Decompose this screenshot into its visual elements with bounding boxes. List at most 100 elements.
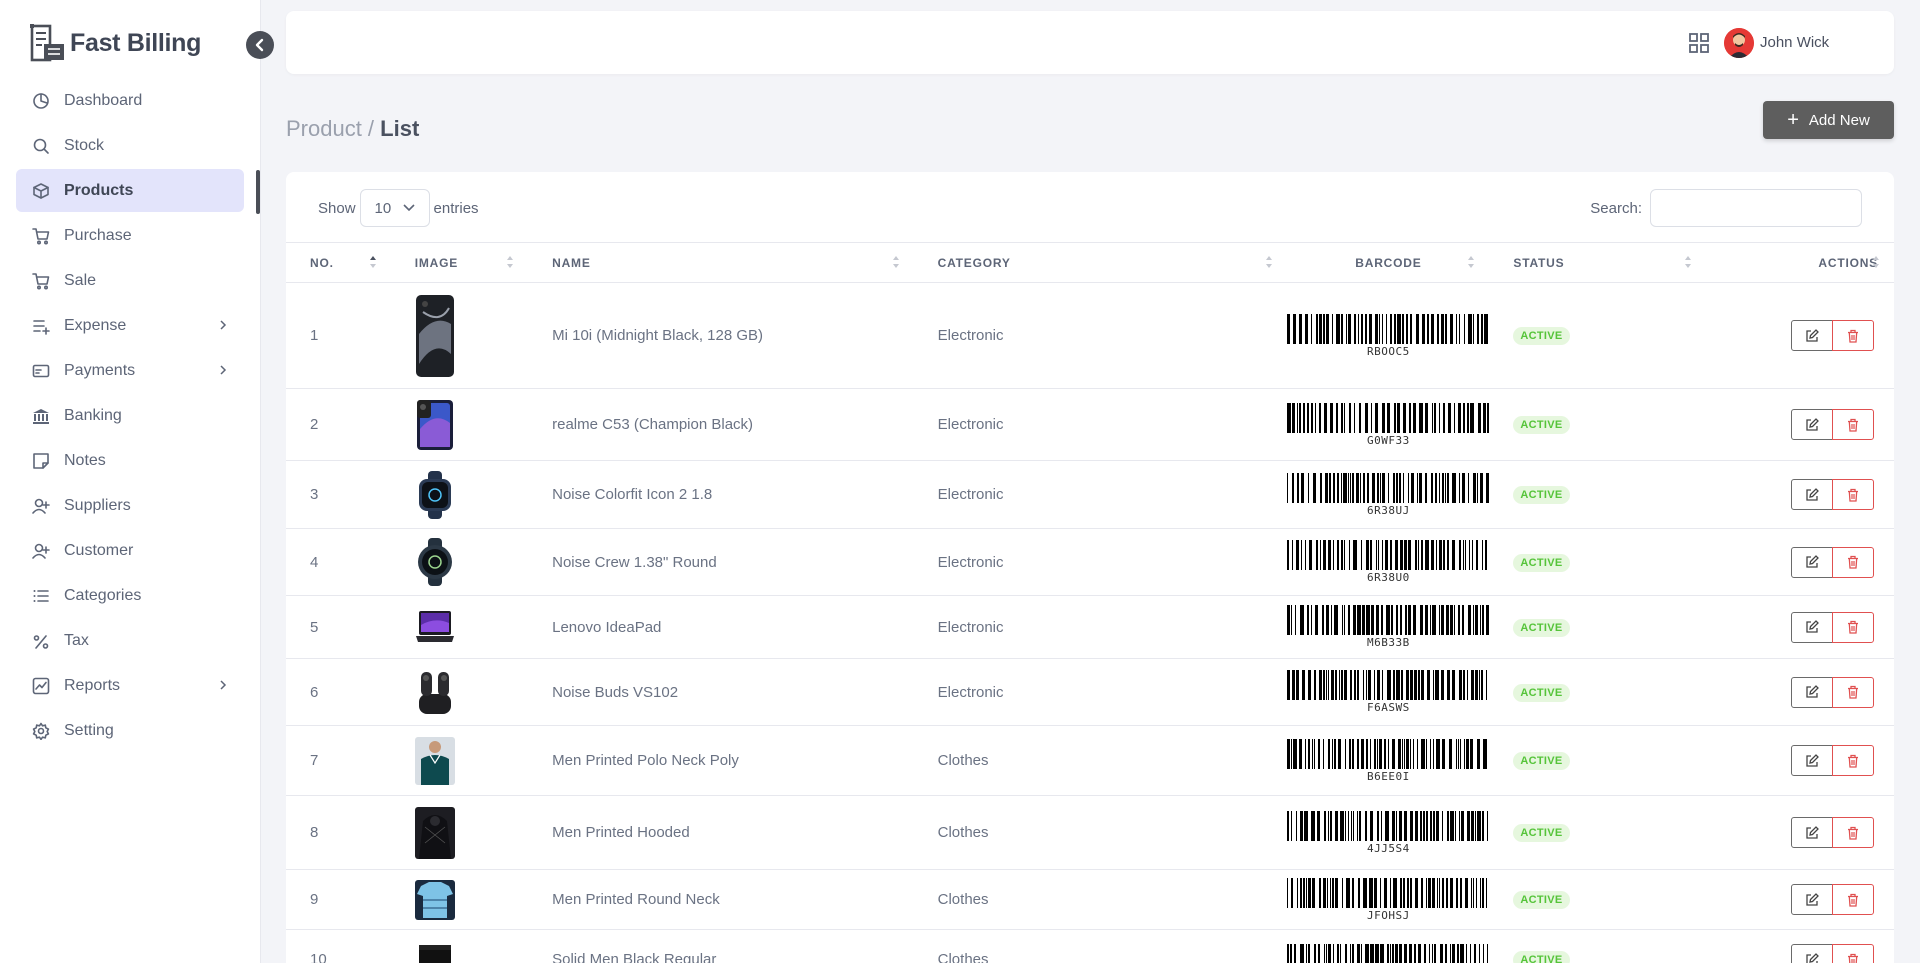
sidebar-item-reports[interactable]: Reports xyxy=(16,664,244,707)
sidebar-item-label: Products xyxy=(64,181,134,199)
edit-icon xyxy=(1806,753,1819,767)
user-avatar[interactable] xyxy=(1724,28,1754,58)
cell-actions xyxy=(1706,725,1894,796)
edit-button[interactable] xyxy=(1791,611,1833,643)
brand[interactable]: Fast Billing xyxy=(30,24,201,62)
product-image[interactable] xyxy=(415,470,528,519)
sidebar-item-categories[interactable]: Categories xyxy=(16,574,244,617)
table-row: 9 Men Printed Round Neck Clothes JFOHSJ … xyxy=(286,869,1894,930)
delete-button[interactable] xyxy=(1832,944,1874,963)
product-image[interactable] xyxy=(415,538,528,586)
product-image[interactable] xyxy=(414,879,528,920)
trash-icon xyxy=(1848,620,1858,634)
column-header-label: NO. xyxy=(310,255,334,270)
column-header-barcode[interactable]: BARCODE xyxy=(1287,242,1490,283)
sidebar-item-payments[interactable]: Payments xyxy=(16,349,244,392)
edit-button[interactable] xyxy=(1791,546,1833,578)
delete-button[interactable] xyxy=(1832,479,1874,510)
sidebar-item-setting[interactable]: Setting xyxy=(16,709,244,752)
product-image[interactable] xyxy=(415,609,528,645)
cell-category: Electronic xyxy=(913,282,1288,389)
status-badge: ACTIVE xyxy=(1513,683,1570,702)
product-image[interactable] xyxy=(415,294,528,378)
cell-barcode: G0WF33 xyxy=(1287,388,1490,461)
column-header-no[interactable]: NO. xyxy=(286,242,391,283)
barcode: 6R38U0 xyxy=(1287,540,1489,584)
cell-status: ACTIVE xyxy=(1489,869,1707,930)
sidebar-item-expense[interactable]: Expense xyxy=(16,304,244,347)
sidebar-item-sale[interactable]: Sale xyxy=(16,259,244,302)
cell-name: Solid Men Black Regular xyxy=(528,929,914,963)
edit-button[interactable] xyxy=(1791,479,1833,510)
edit-button[interactable] xyxy=(1791,944,1833,963)
barcode-text: 6R38U0 xyxy=(1367,571,1410,584)
user-name[interactable]: John Wick xyxy=(1760,34,1878,51)
sidebar-item-suppliers[interactable]: Suppliers xyxy=(16,484,244,527)
edit-icon xyxy=(1806,555,1819,568)
edit-button[interactable] xyxy=(1791,817,1833,848)
edit-button[interactable] xyxy=(1791,409,1833,440)
status-badge: ACTIVE xyxy=(1513,416,1570,434)
cell-status: ACTIVE xyxy=(1489,929,1707,963)
sidebar-item-label: Categories xyxy=(64,586,142,604)
product-image[interactable] xyxy=(415,944,528,963)
add-new-button[interactable]: + Add New xyxy=(1763,101,1894,139)
product-image[interactable] xyxy=(415,668,528,716)
collapse-sidebar-button[interactable] xyxy=(246,31,274,59)
cell-category: Electronic xyxy=(913,595,1288,659)
bank-icon xyxy=(32,407,50,425)
sidebar-item-tax[interactable]: Tax xyxy=(16,619,244,662)
sidebar-item-dashboard[interactable]: Dashboard xyxy=(16,79,244,122)
sidebar-item-stock[interactable]: Stock xyxy=(16,124,244,167)
delete-button[interactable] xyxy=(1832,611,1874,643)
cell-no: 8 xyxy=(286,795,391,870)
delete-button[interactable] xyxy=(1832,676,1874,708)
delete-button[interactable] xyxy=(1832,409,1874,440)
search-input[interactable] xyxy=(1650,189,1862,227)
product-image[interactable] xyxy=(414,736,528,785)
delete-button[interactable] xyxy=(1832,546,1874,578)
barcode-bars xyxy=(1287,605,1490,635)
cell-no: 5 xyxy=(286,595,391,659)
breadcrumb-parent[interactable]: Product / xyxy=(286,116,374,141)
edit-button[interactable] xyxy=(1791,884,1833,915)
product-image[interactable] xyxy=(414,806,528,859)
delete-button[interactable] xyxy=(1832,320,1874,351)
cell-actions xyxy=(1706,388,1894,461)
delete-button[interactable] xyxy=(1832,884,1874,915)
product-image[interactable] xyxy=(415,399,528,451)
delete-button[interactable] xyxy=(1832,745,1874,776)
sidebar-item-notes[interactable]: Notes xyxy=(16,439,244,482)
user-add-icon xyxy=(32,542,50,560)
sort-icon xyxy=(369,255,377,269)
cell-status: ACTIVE xyxy=(1489,658,1707,726)
page-length-select[interactable]: 10 xyxy=(359,189,430,227)
edit-button[interactable] xyxy=(1791,676,1833,708)
cell-barcode: 6R38U0 xyxy=(1287,528,1490,596)
box-icon xyxy=(32,182,50,200)
column-header-name[interactable]: NAME xyxy=(528,242,914,283)
cell-no: 6 xyxy=(286,658,391,726)
column-header-actions[interactable]: ACTIONS xyxy=(1706,242,1894,283)
product-list-card: Show 10 entries Search: NO. IMAGE NAME C… xyxy=(286,172,1894,963)
edit-icon xyxy=(1806,952,1819,963)
cell-image xyxy=(390,460,529,529)
sidebar-item-products[interactable]: Products xyxy=(16,169,244,212)
sidebar-item-customer[interactable]: Customer xyxy=(16,529,244,572)
column-header-category[interactable]: CATEGORY xyxy=(913,242,1288,283)
cell-actions xyxy=(1706,929,1894,963)
edit-button[interactable] xyxy=(1791,745,1833,776)
delete-button[interactable] xyxy=(1832,817,1874,848)
apps-grid-icon[interactable] xyxy=(1688,32,1710,54)
breadcrumb: Product / List xyxy=(286,116,419,142)
card-icon xyxy=(32,362,50,380)
sidebar-item-banking[interactable]: Banking xyxy=(16,394,244,437)
column-header-status[interactable]: STATUS xyxy=(1489,242,1707,283)
status-badge: ACTIVE xyxy=(1513,486,1570,504)
column-header-image[interactable]: IMAGE xyxy=(390,242,529,283)
cell-name: Men Printed Round Neck xyxy=(528,869,914,930)
edit-button[interactable] xyxy=(1791,320,1833,351)
cell-no: 4 xyxy=(286,528,391,596)
sidebar-item-purchase[interactable]: Purchase xyxy=(16,214,244,257)
trash-icon xyxy=(1848,826,1858,840)
